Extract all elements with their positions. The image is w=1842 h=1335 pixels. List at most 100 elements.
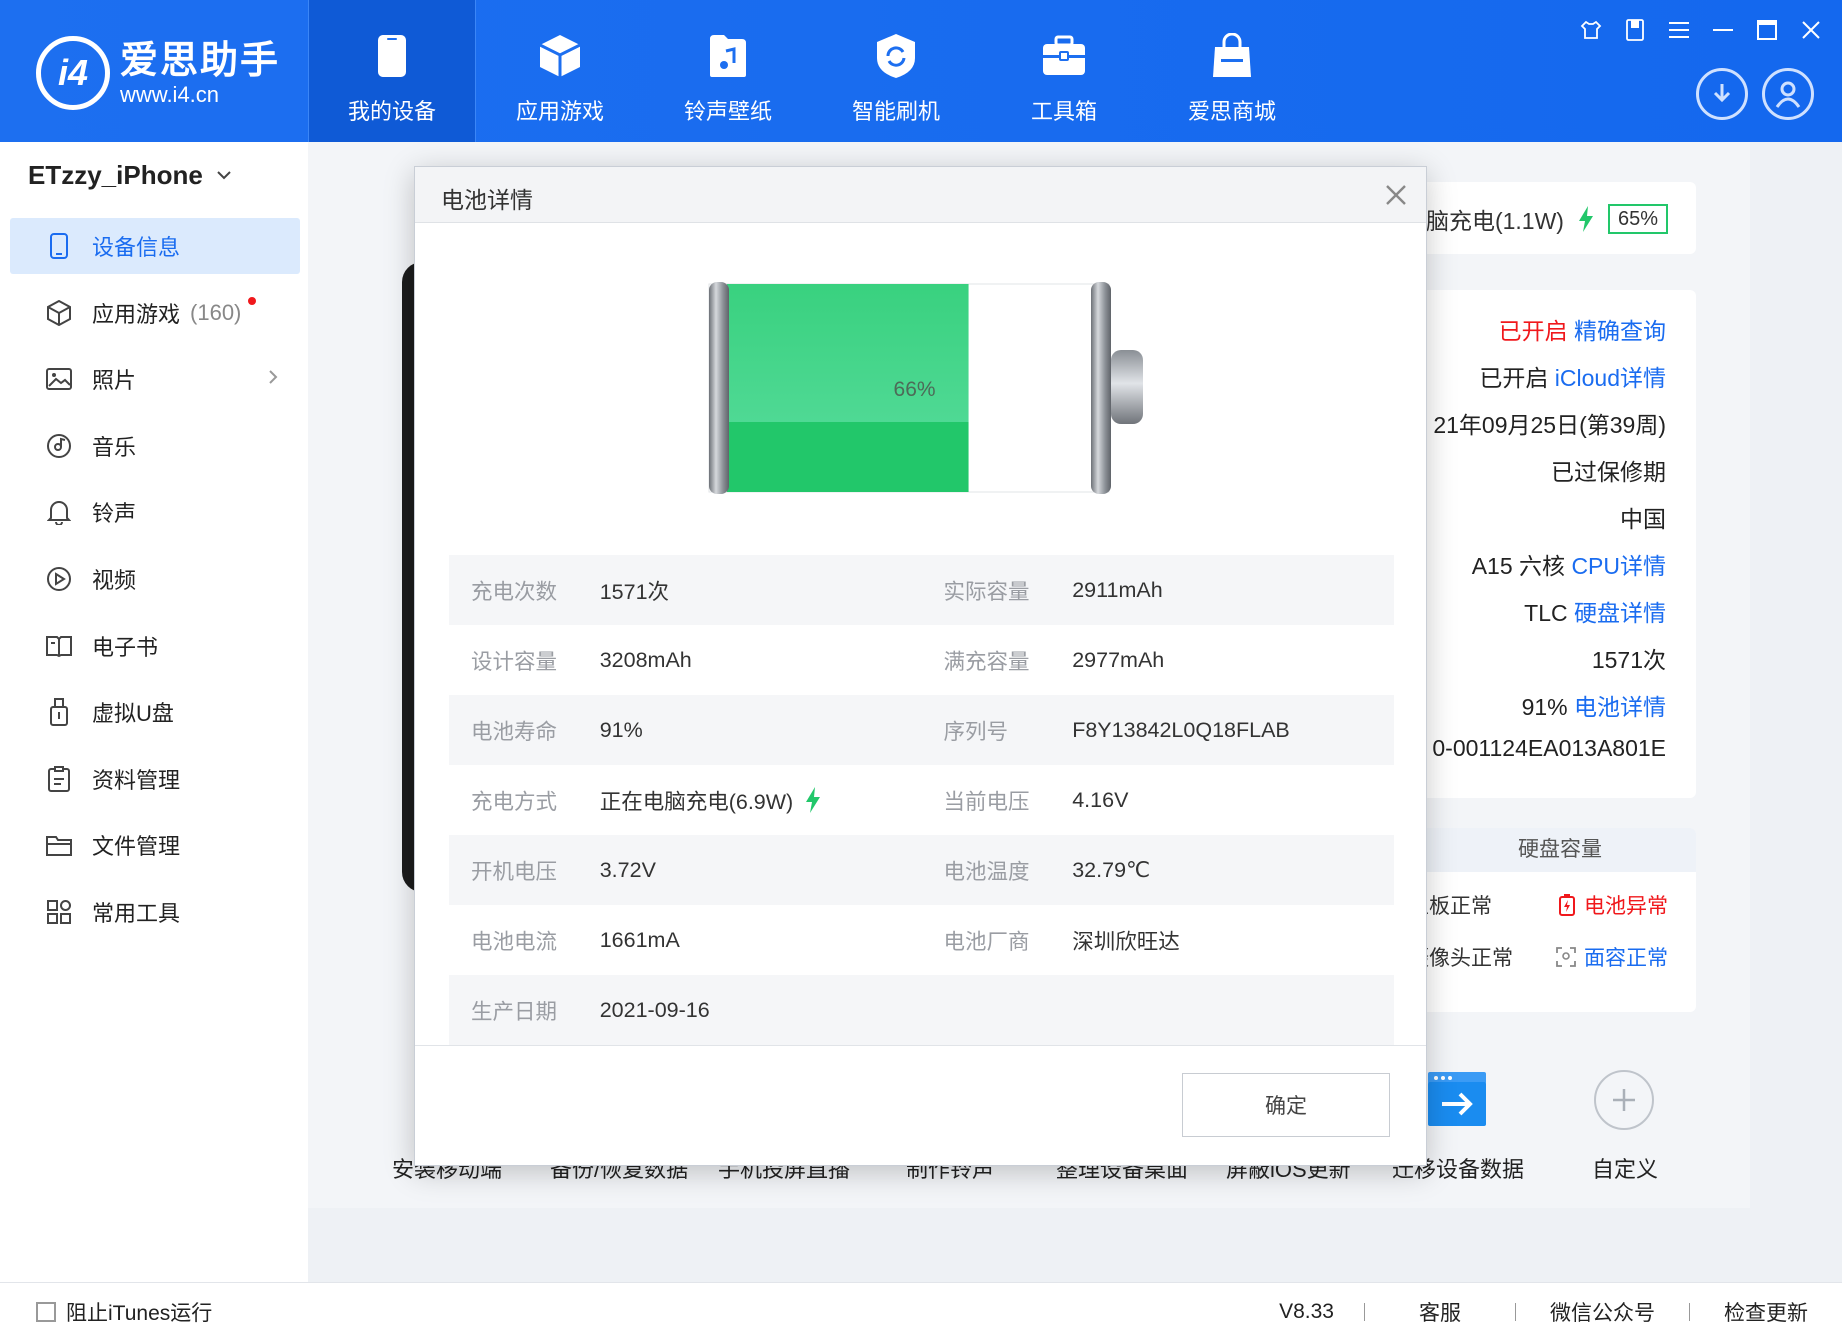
sidebar-item-label: 铃声 xyxy=(92,501,137,527)
skin-icon[interactable] xyxy=(1580,18,1602,42)
folder-icon xyxy=(46,832,72,858)
nav-smart-flash[interactable]: 智能刷机 xyxy=(812,0,980,142)
sidebar-item-label: 视频 xyxy=(92,567,137,593)
nav-ringtones-wallpapers[interactable]: 铃声壁纸 xyxy=(644,0,812,142)
block-itunes-toggle[interactable]: 阻止iTunes运行 xyxy=(36,1297,212,1327)
battery-fill-bottom xyxy=(727,422,969,492)
download-icon[interactable] xyxy=(1696,68,1748,120)
check-update-link[interactable]: 检查更新 xyxy=(1690,1297,1808,1327)
nav-label: 应用游戏 xyxy=(515,99,604,124)
top-header: i4 爱思助手 www.i4.cn 我的设备 应用游戏 铃声壁纸 智能刷机 工具… xyxy=(0,0,1842,142)
disk-capacity-header: 硬盘容量 xyxy=(1408,828,1696,872)
toolbox-icon xyxy=(1038,30,1090,82)
chevron-down-icon xyxy=(217,171,231,180)
battery-status[interactable]: 电池异常 xyxy=(1558,890,1668,920)
sidebar-item-photos[interactable]: 照片 xyxy=(10,351,300,407)
lightning-icon xyxy=(806,787,821,813)
bell-icon xyxy=(46,499,72,526)
detail-value: 深圳欣旺达 xyxy=(1072,929,1180,954)
nav-label: 爱思商城 xyxy=(1187,99,1276,124)
info-text: A15 六核 xyxy=(1471,553,1566,579)
info-row-8: 1571次 xyxy=(1592,641,1666,675)
sidebar-item-data-management[interactable]: 资料管理 xyxy=(10,751,300,807)
sidebar-item-label: 资料管理 xyxy=(92,767,181,793)
precise-query-link[interactable]: 精确查询 xyxy=(1574,318,1666,344)
sidebar-item-file-management[interactable]: 文件管理 xyxy=(10,817,300,873)
info-text: 0-001124EA013A801E xyxy=(1432,735,1666,761)
battery-level-graphic: 66% xyxy=(708,282,1143,494)
tool-custom[interactable]: 自定义 xyxy=(1592,1152,1658,1184)
add-custom-icon[interactable] xyxy=(1594,1070,1654,1130)
info-text: 21年09月25日(第39周) xyxy=(1433,412,1666,438)
sidebar-item-videos[interactable]: 视频 xyxy=(10,551,300,607)
detail-value: 2911mAh xyxy=(1072,577,1163,602)
sidebar-item-device-info[interactable]: 设备信息 xyxy=(10,218,300,274)
sidebar-item-label: 文件管理 xyxy=(92,834,181,860)
detail-label: 实际容量 xyxy=(943,579,1030,604)
dialog-title: 电池详情 xyxy=(441,187,533,213)
face-scan-icon xyxy=(1556,947,1576,967)
detail-label: 充电方式 xyxy=(471,789,558,814)
sidebar-item-label: 应用游戏 xyxy=(92,301,181,327)
disk-details-link[interactable]: 硬盘详情 xyxy=(1574,600,1666,626)
wechat-link[interactable]: 微信公众号 xyxy=(1516,1297,1689,1327)
cpu-details-link[interactable]: CPU详情 xyxy=(1571,553,1666,579)
battery-details-link[interactable]: 电池详情 xyxy=(1574,694,1666,720)
detail-label: 设计容量 xyxy=(471,649,558,674)
sidebar-item-ebooks[interactable]: 电子书 xyxy=(10,618,300,674)
close-window-icon[interactable] xyxy=(1800,18,1822,42)
sidebar-item-virtual-usb[interactable]: 虚拟U盘 xyxy=(10,684,300,740)
checkbox[interactable] xyxy=(36,1302,56,1322)
menu-icon[interactable] xyxy=(1668,18,1690,42)
device-selector[interactable]: ETzzy_iPhone xyxy=(28,160,231,191)
maximize-icon[interactable] xyxy=(1756,18,1778,42)
nav-label: 智能刷机 xyxy=(851,99,940,124)
sidebar-item-ringtones[interactable]: 铃声 xyxy=(10,484,300,540)
nav-apps-games[interactable]: 应用游戏 xyxy=(476,0,644,142)
device-name: ETzzy_iPhone xyxy=(28,160,203,190)
detail-value: 2021-09-16 xyxy=(599,997,710,1022)
sidebar-item-label: 虚拟U盘 xyxy=(92,701,174,727)
sidebar-item-apps-games[interactable]: 应用游戏 (160) xyxy=(10,285,300,341)
charging-method-value: 正在电脑充电(6.9W) xyxy=(600,785,922,816)
sidebar-item-common-tools[interactable]: 常用工具 xyxy=(10,884,300,940)
detail-label: 电池厂商 xyxy=(943,929,1030,954)
battery-terminal xyxy=(1111,350,1143,424)
info-row-9: 91% 电池详情 xyxy=(1522,688,1666,722)
nav-label: 我的设备 xyxy=(347,99,436,124)
detail-value: 1661mA xyxy=(599,927,680,952)
app-logo: i4 爱思助手 www.i4.cn xyxy=(36,36,280,110)
user-account-icon[interactable] xyxy=(1762,68,1814,120)
feedback-icon[interactable] xyxy=(1624,18,1646,42)
dialog-header: 电池详情 xyxy=(415,167,1426,223)
info-row-5: 中国 xyxy=(1620,500,1666,534)
nav-my-device[interactable]: 我的设备 xyxy=(308,0,476,142)
detail-label: 充电次数 xyxy=(471,579,558,604)
info-text: TLC xyxy=(1524,600,1568,626)
detail-value: 2977mAh xyxy=(1072,647,1165,672)
device-info-card: 已开启 精确查询 已开启 iCloud详情 21年09月25日(第39周) 已过… xyxy=(1408,290,1696,798)
status-bar-links: V8.33 客服 微信公众号 检查更新 xyxy=(1249,1297,1808,1327)
face-id-status[interactable]: 面容正常 xyxy=(1556,942,1668,972)
music-file-icon xyxy=(702,30,754,82)
app-url: www.i4.cn xyxy=(120,82,220,107)
grid-tools-icon xyxy=(46,899,72,925)
sidebar-item-music[interactable]: 音乐 xyxy=(10,418,300,474)
close-icon[interactable] xyxy=(1382,181,1410,209)
window-controls xyxy=(1580,18,1822,42)
main-nav: 我的设备 应用游戏 铃声壁纸 智能刷机 工具箱 爱思商城 xyxy=(308,0,1316,142)
battery-details-table: 充电次数 1571次 实际容量 2911mAh 设计容量 3208mAh 满充容… xyxy=(449,555,1394,1045)
confirm-button[interactable]: 确定 xyxy=(1182,1073,1390,1137)
detail-value: 32.79℃ xyxy=(1072,857,1151,882)
detail-value: 1571次 xyxy=(599,579,670,604)
migrate-data-icon[interactable] xyxy=(1428,1072,1486,1126)
refresh-shield-icon xyxy=(870,30,922,82)
block-itunes-label: 阻止iTunes运行 xyxy=(66,1302,213,1325)
nav-toolbox[interactable]: 工具箱 xyxy=(980,0,1148,142)
customer-service-link[interactable]: 客服 xyxy=(1365,1297,1515,1327)
icloud-details-link[interactable]: iCloud详情 xyxy=(1555,365,1666,391)
nav-store[interactable]: 爱思商城 xyxy=(1148,0,1316,142)
charging-text: 脑充电(1.1W) xyxy=(1425,208,1564,234)
detail-value: 3208mAh xyxy=(599,647,692,672)
minimize-icon[interactable] xyxy=(1712,18,1734,42)
